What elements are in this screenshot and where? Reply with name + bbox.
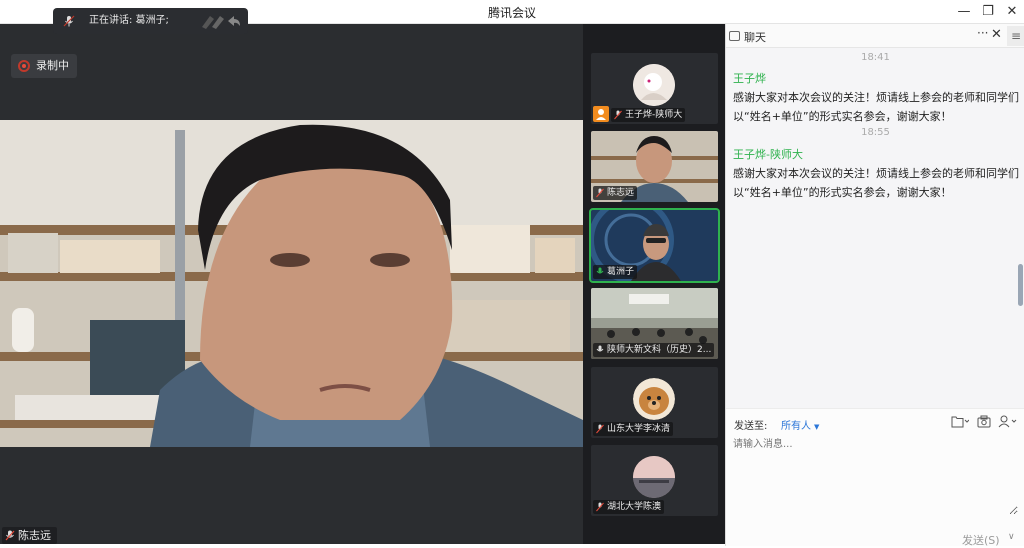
message-input[interactable] [733,435,1018,515]
participant-name: 湖北大学陈澳 [607,502,662,512]
participant-name: 陕师大新文科（历史）2... [607,345,712,355]
speaker-controls-icon[interactable] [198,13,240,29]
participant-tile[interactable]: 葛洲子 [589,208,720,283]
participant-label: 山东大学李冰清 [593,422,674,436]
participant-label: 王子烨-陕师大 [611,108,686,122]
record-icon [18,60,30,72]
message-sender: 王子烨-陕师大 [733,148,803,161]
recipient-dropdown[interactable]: 所有人 ▼ [781,417,819,432]
recipient-value: 所有人 [781,421,811,432]
chat-header: 聊天 ··· ✕ ≡ [726,24,1024,48]
mic-icon [596,345,604,352]
message-text-line: 以“姓名+单位”的形式实名参会，谢谢大家！ [733,110,952,123]
menu-icon[interactable]: ≡ [1007,26,1024,46]
avatar [633,378,675,420]
participant-label: 陈志远 [593,186,638,200]
participant-tile[interactable]: 陕师大新文科（历史）2... [591,288,718,359]
mic-icon [63,15,75,27]
participant-tile[interactable]: 陈志远 [591,131,718,202]
message-list: 18:41 王子烨 感谢大家对本次会议的关注！烦请线上参会的老师和同学们 以“姓… [726,48,1024,408]
speaking-text: 正在讲话: 葛洲子; [89,15,169,26]
message-text-line: 以“姓名+单位”的形式实名参会，谢谢大家！ [733,186,952,199]
message-sender: 王子烨 [733,72,766,85]
member-settings-icon[interactable] [998,415,1018,429]
speaker-video-frame [0,120,583,447]
chat-scrollbar[interactable] [1018,264,1023,306]
message-text-line: 感谢大家对本次会议的关注！烦请线上参会的老师和同学们 [733,91,1019,104]
main-video-name-tag: 陈志远 [2,527,57,544]
chat-compose: 发送至: 所有人▼ 发送(S) ∨ [726,408,1024,547]
participant-label: 葛洲子 [593,265,638,279]
recording-label: 录制中 [36,59,69,72]
speaking-indicator: 正在讲话: 葛洲子; [53,8,248,34]
message-time: 18:41 [861,52,890,63]
participant-label: 陕师大新文科（历史）2... [593,343,715,357]
participant-tile[interactable]: 王子烨-陕师大 [591,53,718,124]
recording-badge[interactable]: 录制中 [11,54,77,78]
avatar [633,64,675,106]
main-video[interactable] [0,120,583,447]
send-options-chevron-icon[interactable]: ∨ [1008,532,1015,542]
participant-name: 山东大学李冰清 [607,424,671,434]
main-video-name: 陈志远 [18,529,51,542]
close-chat-button[interactable]: ✕ [991,27,1002,42]
close-window-button[interactable]: ✕ [998,2,1024,22]
mic-muted-icon [596,188,604,198]
message-time: 18:55 [861,127,890,138]
participant-tile[interactable]: 湖北大学陈澳 [591,445,718,516]
chat-icon [729,31,740,41]
message-text-line: 感谢大家对本次会议的关注！烦请线上参会的老师和同学们 [733,167,1019,180]
participant-name: 葛洲子 [607,267,635,277]
mic-muted-icon [5,530,15,541]
send-to-label: 发送至: [734,421,768,432]
chevron-down-icon: ▼ [814,423,820,431]
file-icon[interactable] [951,415,970,429]
more-options-icon[interactable]: ··· [977,26,988,40]
host-icon [593,106,609,122]
participant-name: 王子烨-陕师大 [625,110,683,120]
chat-title: 聊天 [744,31,766,44]
participant-gallery: 王子烨-陕师大 陈志远 葛洲子 陕师大新文科（历史）2... 山东大学李冰清 湖… [583,24,725,544]
participant-name: 陈志远 [607,188,635,198]
screenshot-icon[interactable] [977,415,991,429]
mic-muted-icon [614,110,622,120]
mic-active-icon [596,267,604,274]
mic-muted-icon [596,424,604,434]
participant-tile[interactable]: 山东大学李冰清 [591,367,718,438]
mic-muted-icon [596,502,604,512]
chat-panel: 聊天 ··· ✕ ≡ 18:41 王子烨 感谢大家对本次会议的关注！烦请线上参会… [725,24,1024,547]
participant-label: 湖北大学陈澳 [593,500,665,514]
main-stage: 录制中 陈志远 [0,24,583,544]
avatar [633,456,675,498]
